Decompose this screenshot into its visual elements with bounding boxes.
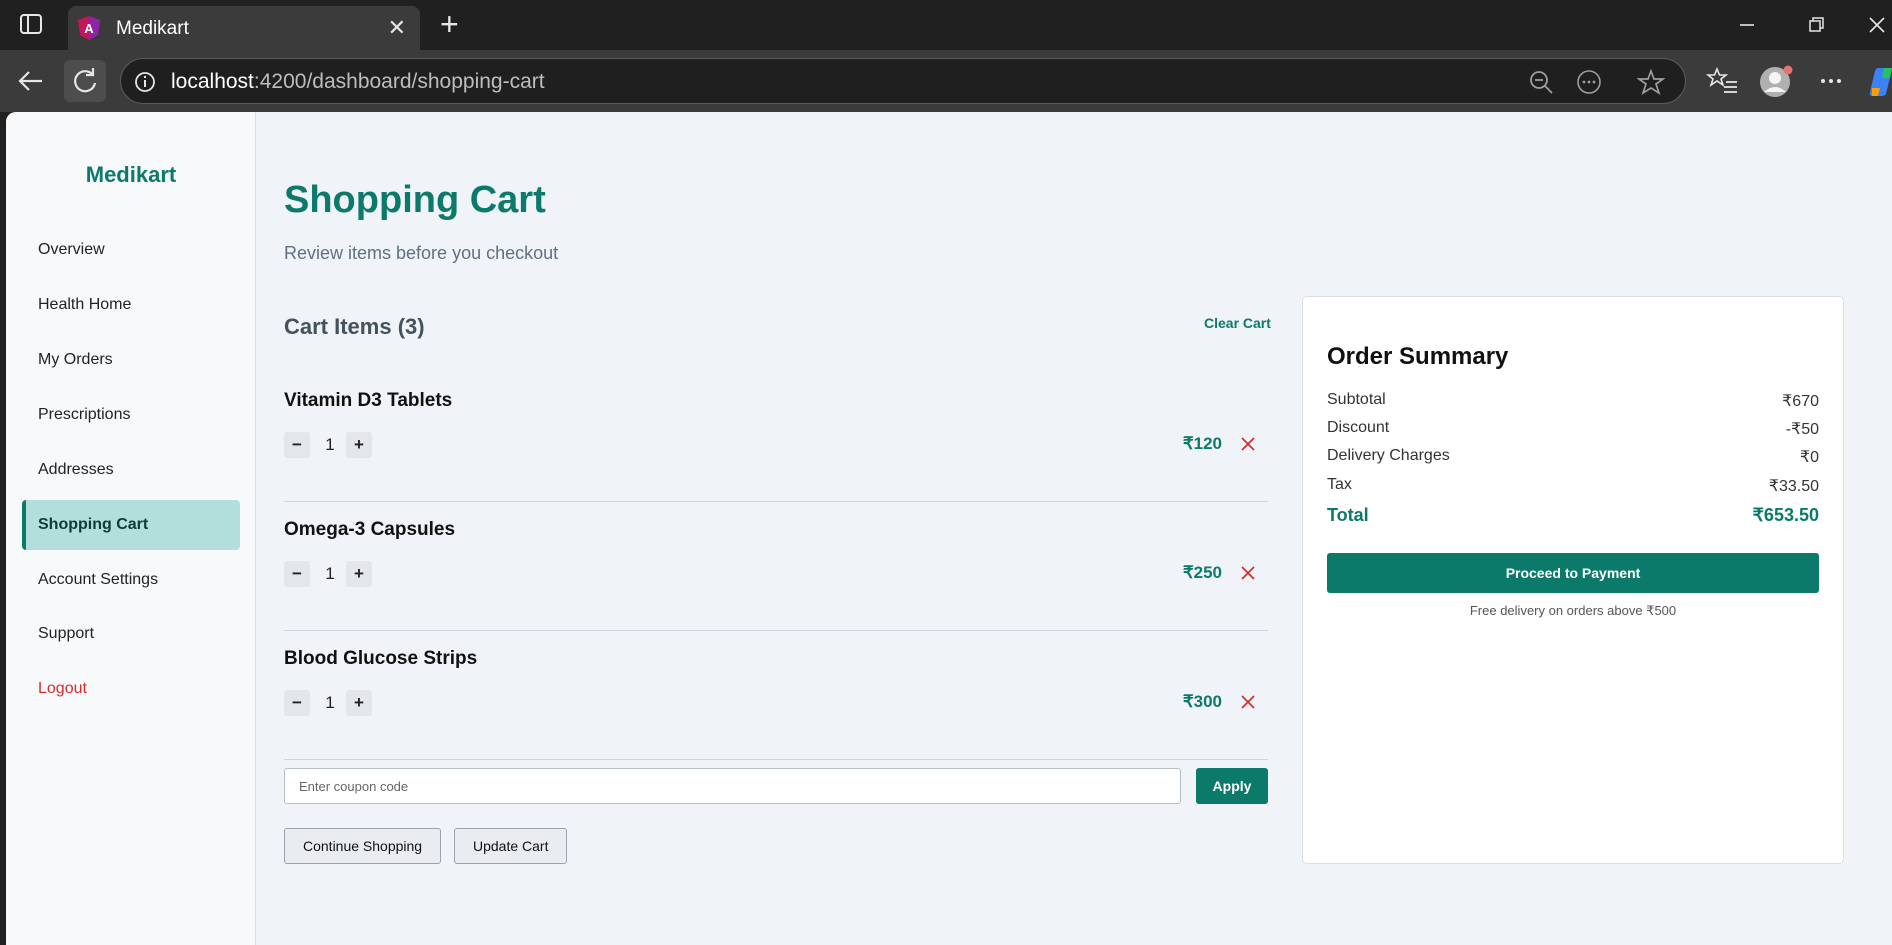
browser-tab-bar: A Medikart ✕ + (0, 0, 1892, 50)
total-value: ₹653.50 (1752, 505, 1819, 525)
sidebar-item-account-settings[interactable]: Account Settings (22, 555, 240, 605)
remove-item-icon[interactable] (1238, 692, 1258, 712)
item-price: ₹300 (1182, 692, 1222, 711)
order-summary-card: Order Summary Subtotal ₹670 Discount -₹5… (1302, 296, 1844, 864)
new-tab-icon[interactable]: + (440, 8, 459, 40)
free-delivery-note: Free delivery on orders above ₹500 (1469, 603, 1677, 618)
copilot-icon[interactable] (1866, 64, 1892, 98)
more-tools-icon[interactable] (1575, 68, 1603, 96)
item-price: ₹250 (1182, 563, 1222, 582)
qty-value: 1 (325, 564, 335, 583)
remove-item-icon[interactable] (1238, 563, 1258, 583)
qty-decrease-button[interactable]: − (284, 432, 310, 458)
summary-value: ₹0 (1799, 449, 1819, 466)
summary-row-discount: Discount -₹50 (1327, 419, 1819, 443)
clear-cart-link[interactable]: Clear Cart (1204, 315, 1271, 331)
proceed-to-payment-button[interactable]: Proceed to Payment (1327, 553, 1819, 593)
item-name: Blood Glucose Strips (284, 648, 478, 669)
tab-close-icon[interactable]: ✕ (388, 17, 406, 39)
summary-value: ₹33.50 (1768, 478, 1819, 495)
favorite-star-icon[interactable] (1636, 68, 1666, 96)
cart-items-header: Cart Items (3) (284, 314, 425, 339)
sidebar-item-shopping-cart[interactable]: Shopping Cart (22, 500, 240, 550)
qty-decrease-button[interactable]: − (284, 561, 310, 587)
restore-icon[interactable] (1801, 10, 1831, 40)
summary-row-tax: Tax ₹33.50 (1327, 476, 1819, 500)
brand-logo[interactable]: Medikart (6, 162, 256, 188)
sidebar-item-prescriptions[interactable]: Prescriptions (22, 390, 240, 440)
update-cart-button[interactable]: Update Cart (454, 828, 568, 864)
summary-label: Delivery Charges (1327, 447, 1450, 464)
cart-item: Vitamin D3 Tablets − 1 + ₹120 (284, 374, 1268, 502)
settings-more-icon[interactable] (1814, 64, 1848, 98)
refresh-icon[interactable] (64, 60, 106, 102)
sidebar-item-health-home[interactable]: Health Home (22, 280, 240, 330)
summary-row-total: Total ₹653.50 (1327, 505, 1819, 529)
qty-increase-button[interactable]: + (346, 432, 372, 458)
summary-label: Tax (1327, 476, 1352, 493)
app-page: Medikart Overview Health Home My Orders … (6, 112, 1892, 945)
sidebar-item-addresses[interactable]: Addresses (22, 445, 240, 495)
item-price: ₹120 (1182, 434, 1222, 453)
url-path: :4200/dashboard/shopping-cart (253, 70, 545, 93)
sidebar-item-overview[interactable]: Overview (22, 225, 240, 275)
sidebar-item-my-orders[interactable]: My Orders (22, 335, 240, 385)
address-bar[interactable]: localhost:4200/dashboard/shopping-cart (120, 58, 1686, 104)
favorites-list-icon[interactable] (1705, 64, 1740, 98)
close-window-icon[interactable] (1862, 10, 1892, 40)
site-info-icon[interactable] (133, 70, 157, 94)
sidebar: Medikart Overview Health Home My Orders … (6, 112, 256, 945)
page-subtitle: Review items before you checkout (284, 243, 559, 263)
summary-row-subtotal: Subtotal ₹670 (1327, 391, 1819, 415)
coupon-code-input[interactable] (284, 768, 1181, 804)
svg-text:A: A (84, 21, 94, 36)
qty-increase-button[interactable]: + (346, 561, 372, 587)
url-host: localhost (171, 70, 254, 93)
qty-increase-button[interactable]: + (346, 690, 372, 716)
url-text[interactable]: localhost:4200/dashboard/shopping-cart (171, 70, 545, 94)
total-label: Total (1327, 505, 1369, 525)
summary-label: Subtotal (1327, 391, 1386, 408)
angular-favicon-icon: A (76, 15, 102, 41)
qty-value: 1 (325, 435, 335, 454)
sidebar-item-logout[interactable]: Logout (22, 664, 240, 714)
remove-item-icon[interactable] (1238, 434, 1258, 454)
profile-avatar-icon[interactable] (1758, 64, 1793, 98)
browser-toolbar: localhost:4200/dashboard/shopping-cart (0, 50, 1892, 112)
apply-coupon-button[interactable]: Apply (1196, 768, 1268, 804)
continue-shopping-button[interactable]: Continue Shopping (284, 828, 442, 864)
summary-value: -₹50 (1785, 421, 1819, 438)
cart-item: Omega-3 Capsules − 1 + ₹250 (284, 503, 1268, 631)
tab-actions-icon[interactable] (18, 12, 44, 36)
minimize-icon[interactable] (1732, 10, 1762, 40)
item-name: Vitamin D3 Tablets (284, 390, 453, 411)
cart-item: Blood Glucose Strips − 1 + ₹300 (284, 632, 1268, 760)
zoom-out-icon[interactable] (1527, 68, 1555, 96)
summary-label: Discount (1327, 419, 1390, 436)
summary-value: ₹670 (1782, 393, 1819, 410)
qty-decrease-button[interactable]: − (284, 690, 310, 716)
tab-title: Medikart (116, 18, 189, 39)
item-name: Omega-3 Capsules (284, 519, 456, 540)
order-summary-title: Order Summary (1327, 343, 1509, 370)
back-arrow-icon[interactable] (14, 64, 48, 98)
qty-value: 1 (325, 693, 335, 712)
page-title: Shopping Cart (284, 179, 546, 221)
browser-tab[interactable]: A Medikart ✕ (68, 6, 420, 50)
summary-row-delivery: Delivery Charges ₹0 (1327, 447, 1819, 471)
sidebar-item-support[interactable]: Support (22, 609, 240, 659)
